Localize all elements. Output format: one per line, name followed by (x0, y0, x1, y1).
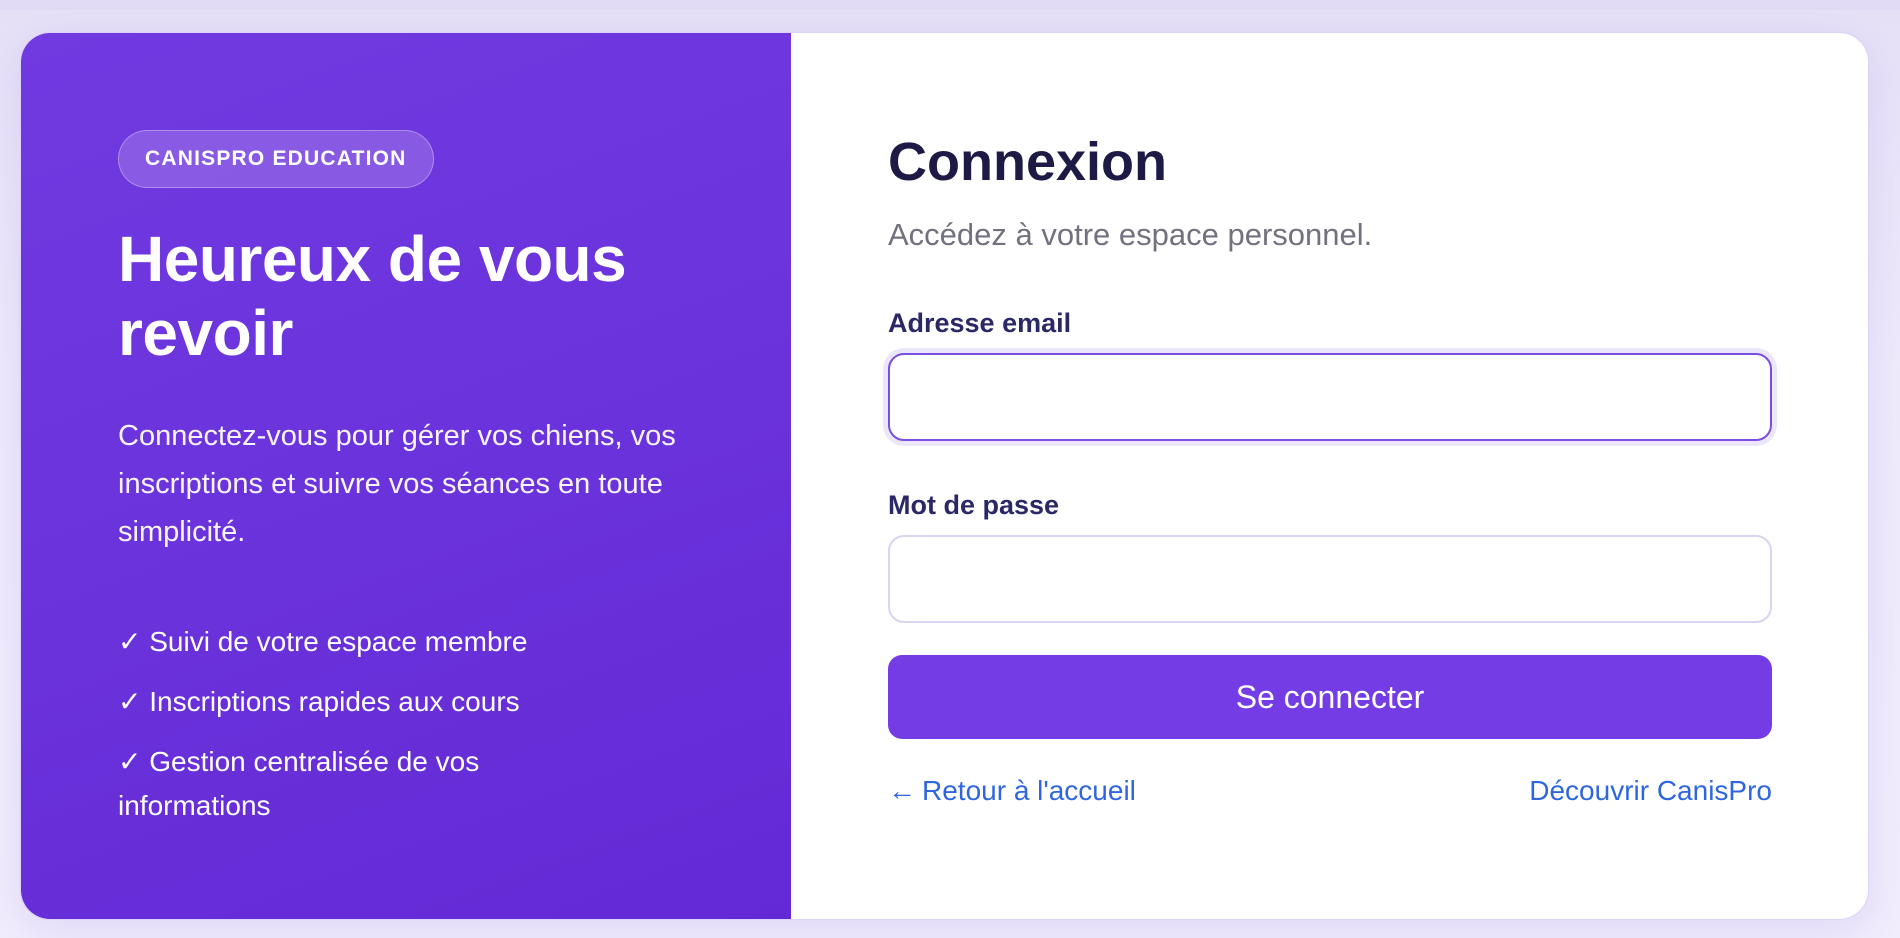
feature-item: ✓ Gestion centralisée de vos information… (118, 746, 480, 821)
welcome-description: Connectez-vous pour gérer vos chiens, vo… (118, 420, 676, 548)
form-subtitle: Accédez à votre espace personnel. (888, 217, 1373, 252)
password-field[interactable] (888, 535, 1772, 623)
back-home-label: Retour à l'accueil (922, 775, 1136, 806)
top-strip (0, 0, 1900, 10)
feature-list: ✓ Suivi de votre espace membre ✓ Inscrip… (118, 620, 638, 828)
login-button[interactable]: Se connecter (888, 655, 1772, 739)
welcome-panel: CANISPRO EDUCATION Heureux de vous revoi… (21, 33, 791, 919)
email-field[interactable] (888, 353, 1772, 441)
brand-badge: CANISPRO EDUCATION (118, 130, 434, 188)
password-label: Mot de passe (888, 490, 1060, 520)
footer-links: ← Retour à l'accueil Découvrir CanisPro (888, 773, 1772, 809)
login-form-panel: Connexion Accédez à votre espace personn… (791, 33, 1868, 919)
welcome-title: Heureux de vous revoir (118, 223, 627, 369)
discover-link[interactable]: Découvrir CanisPro (1529, 773, 1772, 809)
feature-item: ✓ Inscriptions rapides aux cours (118, 686, 520, 717)
feature-item: ✓ Suivi de votre espace membre (118, 626, 528, 657)
form-title: Connexion (888, 132, 1167, 192)
email-label: Adresse email (888, 308, 1072, 338)
login-card: CANISPRO EDUCATION Heureux de vous revoi… (20, 32, 1869, 920)
arrow-left-icon: ← (888, 775, 916, 806)
back-home-link[interactable]: ← Retour à l'accueil (888, 773, 1136, 809)
